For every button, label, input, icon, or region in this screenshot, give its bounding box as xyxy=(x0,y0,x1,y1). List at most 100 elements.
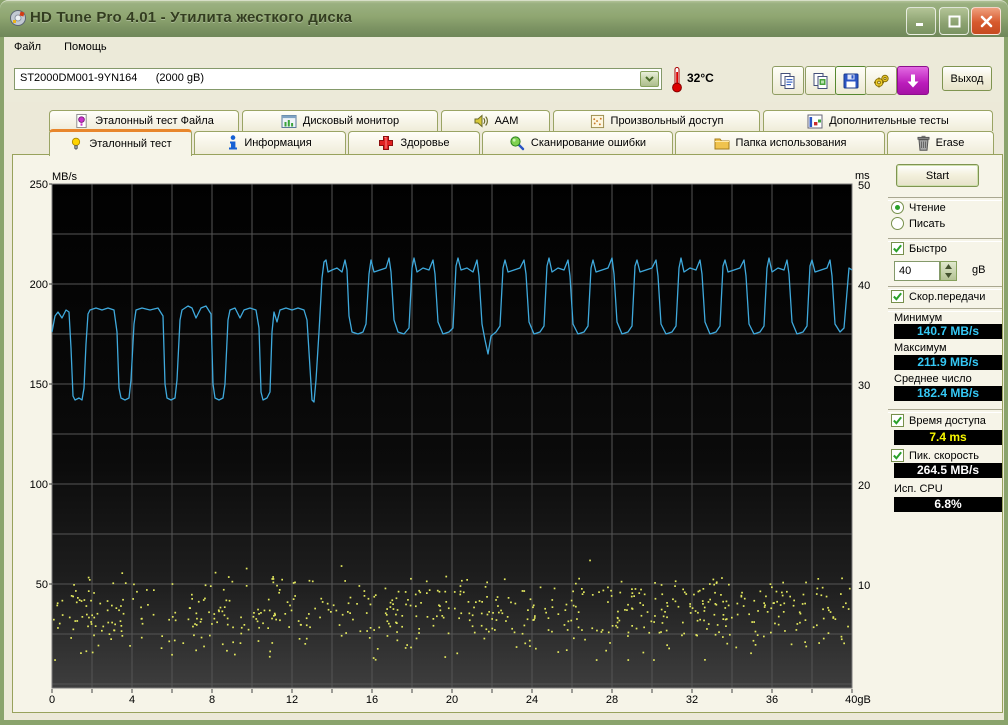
benchmark-icon xyxy=(72,137,81,150)
tab-aam[interactable]: AAM xyxy=(441,110,550,131)
tab-folder-usage[interactable]: Папка использования xyxy=(675,131,885,154)
tab-error-scan[interactable]: Сканирование ошибки xyxy=(482,131,673,154)
tab-info[interactable]: Информация xyxy=(194,131,346,154)
tab-random-access[interactable]: Произвольный доступ xyxy=(553,110,760,131)
temperature-value: 32°C xyxy=(687,71,714,85)
burst-rate-checkbox[interactable] xyxy=(891,449,904,462)
access-time-label: Время доступа xyxy=(909,414,986,427)
copy-image-button[interactable] xyxy=(805,66,837,95)
options-button[interactable] xyxy=(865,66,897,95)
start-button[interactable]: Start xyxy=(896,164,979,187)
erase-trash-icon xyxy=(917,135,930,151)
menu-help[interactable]: Помощь xyxy=(54,37,117,56)
write-radio[interactable] xyxy=(891,217,904,230)
access-time-value: 7.4 ms xyxy=(894,430,1002,445)
drive-select-value: ST2000DM001-9YN164 (2000 gB) xyxy=(20,72,205,84)
tab-label: Эталонный тест xyxy=(89,138,172,150)
separator xyxy=(888,409,1002,413)
minimize-button[interactable] xyxy=(906,7,936,35)
tab-label: AAM xyxy=(494,115,519,127)
tab-health[interactable]: Здоровье xyxy=(348,131,480,154)
quick-label: Быстро xyxy=(909,242,947,255)
average-value: 182.4 MB/s xyxy=(894,386,1002,401)
cpu-usage-label: Исп. CPU xyxy=(894,483,943,495)
combobox-dropdown-button[interactable] xyxy=(640,71,659,87)
save-icon xyxy=(843,73,859,88)
hd-tune-window: HD Tune Pro 4.01 - Утилита жесткого диск… xyxy=(0,0,1008,725)
close-icon xyxy=(980,15,992,27)
maximum-label: Максимум xyxy=(894,342,947,354)
tab-disk-monitor[interactable]: Дисковый монитор xyxy=(242,110,438,131)
burst-rate-row: Пик. скорость xyxy=(891,449,979,462)
tab-label: Здоровье xyxy=(400,137,450,149)
write-mode-row: Писать xyxy=(891,217,945,230)
tab-label: Дополнительные тесты xyxy=(829,115,949,127)
check-icon xyxy=(893,451,902,460)
extra-tests-icon xyxy=(807,114,823,128)
speaker-icon xyxy=(474,114,488,128)
cpu-usage-value: 6.8% xyxy=(894,497,1002,512)
tab-label: Папка использования xyxy=(735,137,847,149)
title-bar: HD Tune Pro 4.01 - Утилита жесткого диск… xyxy=(0,0,1008,37)
drive-select-combobox[interactable]: ST2000DM001-9YN164 (2000 gB) xyxy=(14,68,662,90)
info-icon xyxy=(229,135,238,150)
tab-benchmark[interactable]: Эталонный тест xyxy=(49,129,192,156)
arrow-down-icon xyxy=(945,273,952,278)
file-benchmark-icon xyxy=(76,113,87,129)
tab-label: Информация xyxy=(244,137,312,149)
access-time-checkbox[interactable] xyxy=(891,414,904,427)
check-icon xyxy=(893,416,902,425)
minimize-icon xyxy=(916,23,923,26)
test-size-unit: gB xyxy=(972,264,986,276)
maximize-button[interactable] xyxy=(939,7,969,35)
disk-monitor-icon xyxy=(281,114,297,128)
test-size-input[interactable] xyxy=(894,261,940,281)
copy-text-icon xyxy=(780,72,795,89)
save-button[interactable] xyxy=(835,66,867,95)
tab-label: Дисковый монитор xyxy=(302,115,400,127)
menu-bar: Файл Помощь xyxy=(4,37,1004,58)
download-arrow-icon xyxy=(907,74,919,87)
quick-checkbox[interactable] xyxy=(891,242,904,255)
arrow-up-icon xyxy=(945,264,952,269)
tab-label: Erase xyxy=(935,137,965,149)
transfer-rate-row: Скор.передачи xyxy=(891,290,985,303)
random-access-icon xyxy=(590,114,604,128)
read-radio-label: Чтение xyxy=(909,201,946,214)
stepper-up-button[interactable] xyxy=(941,262,956,271)
toolbar: ST2000DM001-9YN164 (2000 gB) 32°C Выход xyxy=(4,58,1004,102)
tab-label: Произвольный доступ xyxy=(610,115,724,127)
burst-rate-label: Пик. скорость xyxy=(909,449,980,462)
tab-extra-tests[interactable]: Дополнительные тесты xyxy=(763,110,993,131)
health-cross-icon xyxy=(379,136,394,150)
chevron-down-icon xyxy=(645,76,654,82)
options-gears-icon xyxy=(873,74,889,87)
check-icon xyxy=(893,292,902,301)
test-size-stepper[interactable] xyxy=(940,261,957,281)
exit-button[interactable]: Выход xyxy=(942,66,992,91)
benchmark-page xyxy=(12,154,1003,713)
check-icon xyxy=(893,244,902,253)
maximum-value: 211.9 MB/s xyxy=(894,355,1002,370)
minimum-label: Минимум xyxy=(894,312,943,324)
average-label: Среднее число xyxy=(894,373,972,385)
close-button[interactable] xyxy=(971,7,1001,35)
copy-text-button[interactable] xyxy=(772,66,804,95)
maximize-icon xyxy=(948,15,960,27)
write-radio-label: Писать xyxy=(909,217,946,230)
access-time-row: Время доступа xyxy=(891,414,986,427)
stepper-down-button[interactable] xyxy=(941,271,956,280)
read-radio[interactable] xyxy=(891,201,904,214)
menu-file[interactable]: Файл xyxy=(4,37,51,56)
transfer-rate-label: Скор.передачи xyxy=(909,290,986,303)
tab-erase[interactable]: Erase xyxy=(887,131,994,154)
error-scan-magnifier-icon xyxy=(510,136,525,151)
minimum-value: 140.7 MB/s xyxy=(894,324,1002,339)
copy-image-icon xyxy=(813,72,828,89)
update-button[interactable] xyxy=(897,66,929,95)
app-icon xyxy=(10,10,26,26)
tab-file-benchmark[interactable]: Эталонный тест Файла xyxy=(49,110,239,131)
transfer-rate-checkbox[interactable] xyxy=(891,290,904,303)
quick-row: Быстро xyxy=(891,242,947,255)
burst-rate-value: 264.5 MB/s xyxy=(894,463,1002,478)
